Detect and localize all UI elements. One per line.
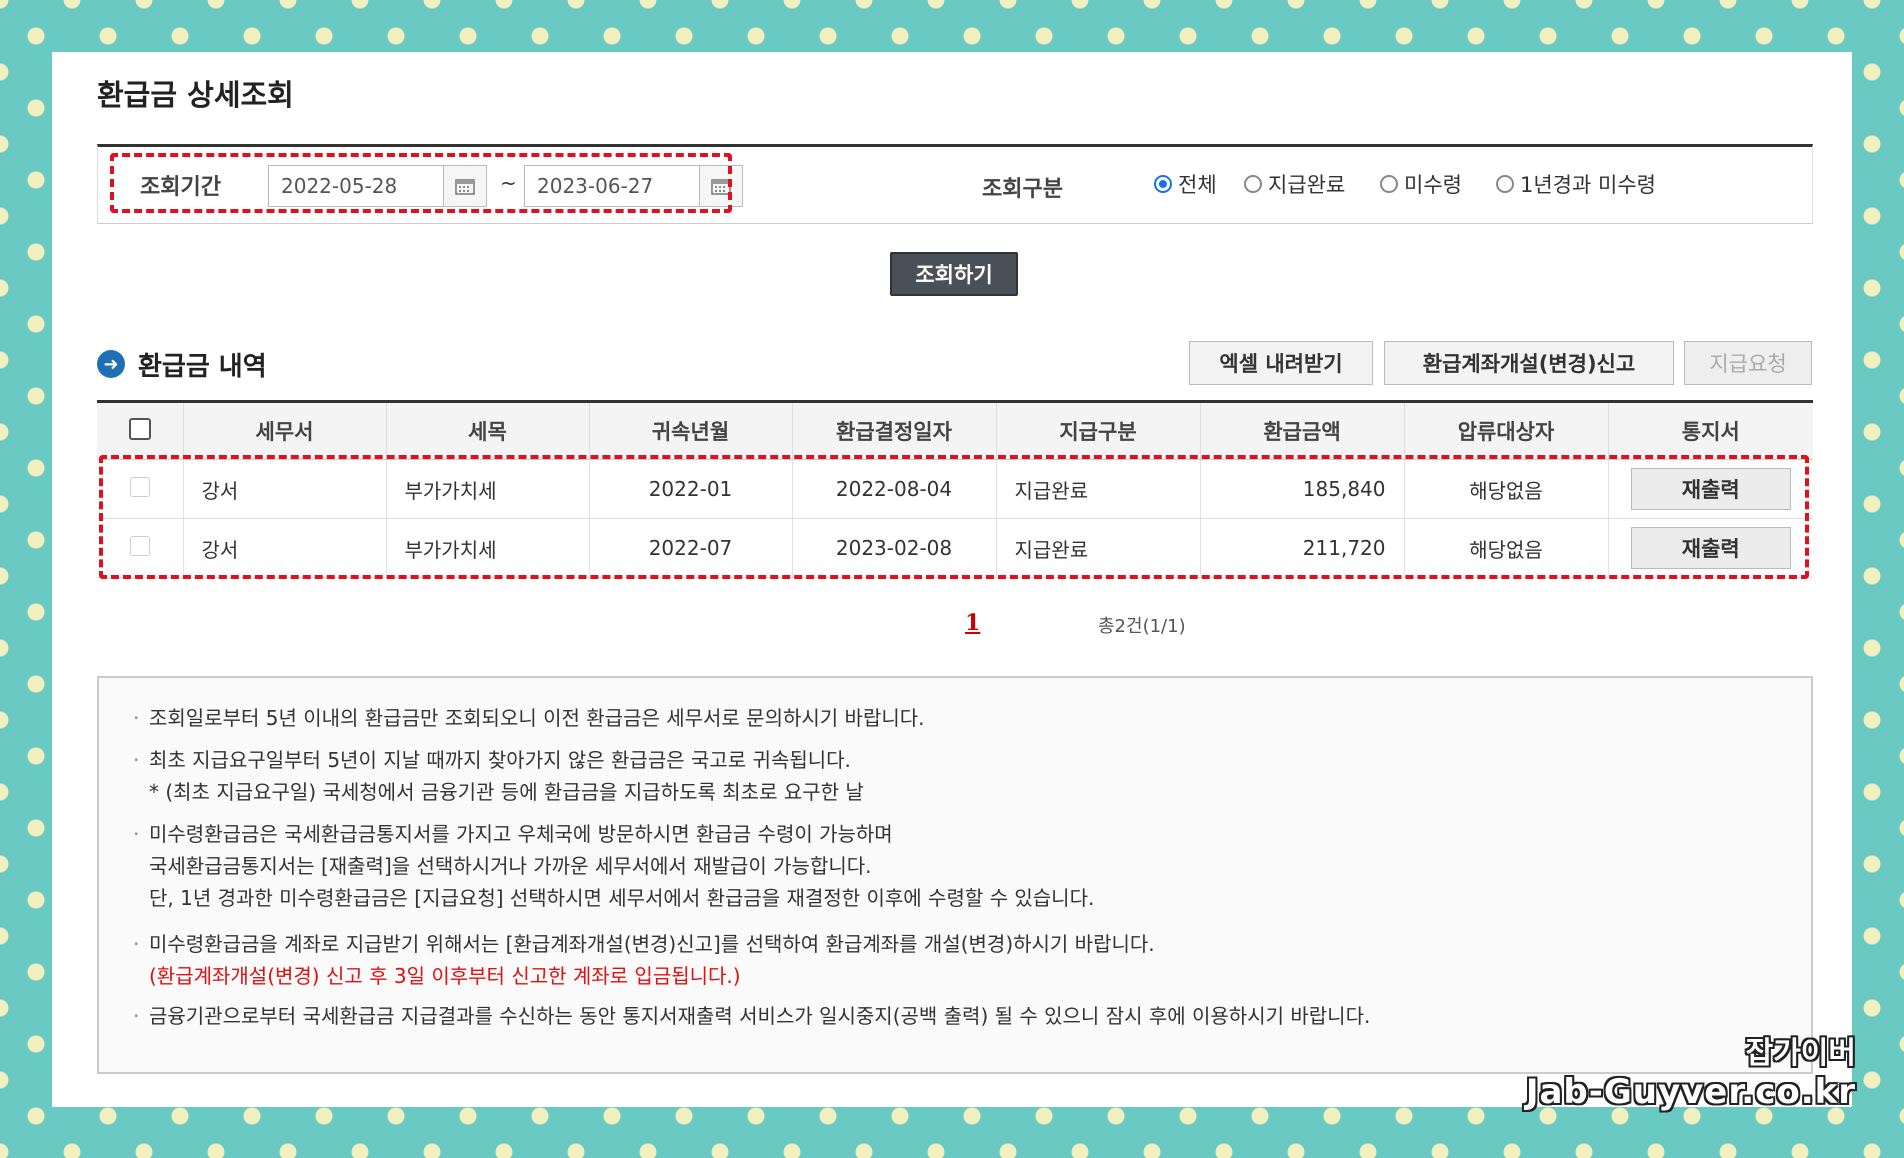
search-button[interactable]: 조회하기 bbox=[890, 252, 1018, 296]
main-panel: 환급금 상세조회 조회기간 2022-05-28 ~ 2023-06-27 조회… bbox=[52, 52, 1852, 1107]
notice-text: 미수령환급금을 계좌로 지급받기 위해서는 [환급계좌개설(변경)신고]를 선택… bbox=[149, 932, 1155, 956]
notice-item: · 미수령환급금은 국세환급금통지서를 가지고 우체국에 방문하시면 환급금 수령… bbox=[133, 822, 1095, 910]
reprint-button[interactable]: 재출력 bbox=[1630, 527, 1791, 569]
table-header-row: 세무서 세목 귀속년월 환급결정일자 지급구분 환급금액 압류대상자 통지서 bbox=[97, 401, 1813, 460]
seizure-cell: 해당없음 bbox=[1403, 459, 1608, 519]
payment-request-button[interactable]: 지급요청 bbox=[1684, 341, 1812, 385]
amount-cell: 211,720 bbox=[1199, 518, 1404, 578]
radio-icon bbox=[1244, 175, 1262, 193]
row-checkbox[interactable] bbox=[129, 535, 150, 556]
radio-paid-label: 지급완료 bbox=[1268, 173, 1346, 197]
column-header: 통지서 bbox=[1607, 401, 1813, 460]
radio-selected-icon bbox=[1154, 175, 1172, 193]
notice-cell: 재출력 bbox=[1607, 459, 1813, 519]
reprint-button[interactable]: 재출력 bbox=[1630, 468, 1791, 510]
search-box: 조회기간 2022-05-28 ~ 2023-06-27 조회구분 전체 지급완… bbox=[97, 144, 1813, 224]
column-header: 압류대상자 bbox=[1403, 401, 1608, 460]
column-header: 환급결정일자 bbox=[791, 401, 996, 460]
radio-all-label: 전체 bbox=[1178, 173, 1217, 197]
section-title: 환급금 내역 bbox=[138, 352, 267, 382]
period-cell: 2022-01 bbox=[588, 459, 792, 519]
notice-text: 금융기관으로부터 국세환급금 지급결과를 수신하는 동안 통지서재출력 서비스가… bbox=[149, 1004, 1371, 1028]
column-header: 환급금액 bbox=[1199, 401, 1404, 460]
row-checkbox-cell bbox=[97, 518, 183, 578]
payment-status-cell: 지급완료 bbox=[995, 459, 1200, 519]
period-highlight-box bbox=[110, 153, 732, 213]
notice-item: · 금융기관으로부터 국세환급금 지급결과를 수신하는 동안 통지서재출력 서비스… bbox=[133, 1004, 1371, 1028]
tax-office-cell: 강서 bbox=[182, 518, 386, 578]
excel-download-button[interactable]: 엑셀 내려받기 bbox=[1189, 341, 1373, 385]
radio-unreceived-label: 미수령 bbox=[1404, 173, 1462, 197]
notice-item: · 미수령환급금을 계좌로 지급받기 위해서는 [환급계좌개설(변경)신고]를 선… bbox=[133, 932, 1155, 988]
radio-all[interactable]: 전체 bbox=[1154, 169, 1217, 199]
tax-item-cell: 부가가치세 bbox=[385, 518, 589, 578]
radio-unreceived[interactable]: 미수령 bbox=[1380, 169, 1462, 199]
account-register-button[interactable]: 환급계좌개설(변경)신고 bbox=[1384, 341, 1674, 385]
notice-item: · 최초 지급요구일부터 5년이 지날 때까지 찾아가지 않은 환급금은 국고로 … bbox=[133, 748, 864, 804]
column-header: 지급구분 bbox=[995, 401, 1200, 460]
select-all-checkbox[interactable] bbox=[128, 417, 151, 440]
column-header: 귀속년월 bbox=[588, 401, 792, 460]
table-row: 강서 부가가치세 2022-07 2023-02-08 지급완료 211,720… bbox=[97, 518, 1813, 578]
table-row: 강서 부가가치세 2022-01 2022-08-04 지급완료 185,840… bbox=[97, 459, 1813, 519]
column-header: 세무서 bbox=[182, 401, 386, 460]
notice-text: 미수령환급금은 국세환급금통지서를 가지고 우체국에 방문하시면 환급금 수령이… bbox=[149, 822, 893, 846]
radio-unreceived-1year-label: 1년경과 미수령 bbox=[1520, 173, 1656, 197]
page-title: 환급금 상세조회 bbox=[97, 78, 294, 112]
notice-text: 단, 1년 경과한 미수령환급금은 [지급요청] 선택하시면 세무서에서 환급금… bbox=[149, 886, 1095, 910]
notice-warning: (환급계좌개설(변경) 신고 후 3일 이후부터 신고한 계좌로 입금됩니다.) bbox=[149, 964, 741, 988]
notice-text: 조회일로부터 5년 이내의 환급금만 조회되오니 이전 환급금은 세무서로 문의… bbox=[149, 706, 925, 730]
select-all-cell bbox=[97, 401, 183, 460]
notice-text: 최초 지급요구일부터 5년이 지날 때까지 찾아가지 않은 환급금은 국고로 귀… bbox=[149, 748, 851, 772]
radio-icon bbox=[1380, 175, 1398, 193]
payment-status-cell: 지급완료 bbox=[995, 518, 1200, 578]
period-cell: 2022-07 bbox=[588, 518, 792, 578]
notice-cell: 재출력 bbox=[1607, 518, 1813, 578]
radio-paid[interactable]: 지급완료 bbox=[1244, 169, 1345, 199]
notice-item: · 조회일로부터 5년 이내의 환급금만 조회되오니 이전 환급금은 세무서로 문… bbox=[133, 706, 925, 730]
watermark-korean: 잡가이버 bbox=[1745, 1036, 1856, 1071]
notice-box: · 조회일로부터 5년 이내의 환급금만 조회되오니 이전 환급금은 세무서로 문… bbox=[97, 676, 1813, 1074]
watermark-url: Jab-Guyver.co.kr bbox=[1525, 1072, 1856, 1112]
tax-office-cell: 강서 bbox=[182, 459, 386, 519]
page-link-1[interactable]: 1 bbox=[965, 610, 980, 636]
total-count: 총2건(1/1) bbox=[1098, 616, 1186, 637]
arrow-right-icon: ➜ bbox=[97, 350, 125, 378]
amount-cell: 185,840 bbox=[1199, 459, 1404, 519]
refund-table: 세무서 세목 귀속년월 환급결정일자 지급구분 환급금액 압류대상자 통지서 강… bbox=[97, 400, 1813, 578]
seizure-cell: 해당없음 bbox=[1403, 518, 1608, 578]
type-label: 조회구분 bbox=[982, 177, 1063, 202]
decision-date-cell: 2022-08-04 bbox=[791, 459, 996, 519]
row-checkbox-cell bbox=[97, 459, 183, 519]
notice-subtext: * (최초 지급요구일) 국세청에서 금융기관 등에 환급금을 지급하도록 최초… bbox=[149, 780, 864, 804]
decision-date-cell: 2023-02-08 bbox=[791, 518, 996, 578]
tax-item-cell: 부가가치세 bbox=[385, 459, 589, 519]
row-checkbox[interactable] bbox=[129, 476, 150, 497]
radio-unreceived-1year[interactable]: 1년경과 미수령 bbox=[1496, 169, 1656, 199]
watermark: 잡가이버 Jab-Guyver.co.kr bbox=[1526, 1036, 1856, 1112]
column-header: 세목 bbox=[385, 401, 589, 460]
radio-icon bbox=[1496, 175, 1514, 193]
notice-text: 국세환급금통지서는 [재출력]을 선택하시거나 가까운 세무서에서 재발급이 가… bbox=[149, 854, 872, 878]
